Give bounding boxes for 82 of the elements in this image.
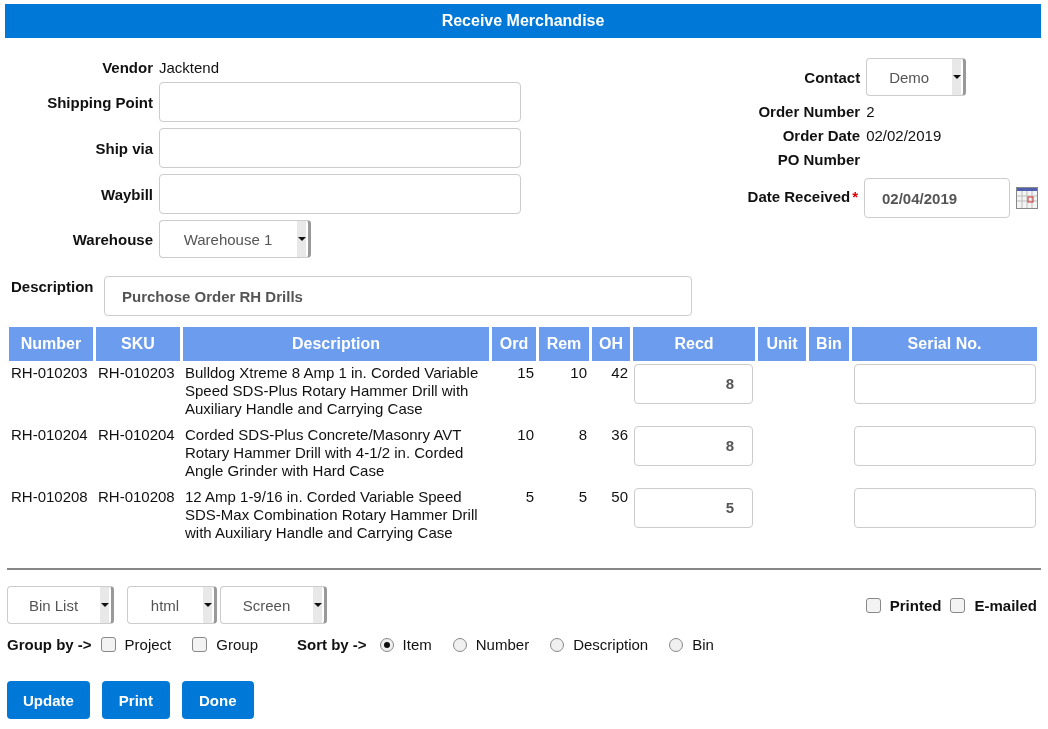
field-value: 2 <box>866 102 875 120</box>
table-cell-text: RH-010203 <box>97 364 176 383</box>
serial-field[interactable] <box>854 426 1036 466</box>
checkbox[interactable] <box>192 637 208 652</box>
radio-label: Item <box>402 636 432 653</box>
field-value: 02/02/2019 <box>866 126 942 144</box>
input-field[interactable] <box>159 174 521 214</box>
table-cell-text: 36 <box>610 426 629 445</box>
checkbox-label: E-mailed <box>974 596 1037 614</box>
description-field[interactable]: Purchose Order RH Drills <box>104 276 692 316</box>
group-by-label: Group by -> <box>7 636 92 653</box>
radio-button[interactable] <box>550 637 565 652</box>
radio-label: Bin <box>692 636 714 653</box>
field-label: Shipping Point <box>46 93 153 111</box>
table-cell-text: 12 Amp 1-9/16 in. Corded Variable Speed SDS-Max Combination Rotary Hammer Drill with Auxiliary Handle and Carrying Case <box>184 488 479 543</box>
field-value: Jacktend <box>159 58 220 76</box>
radio-button[interactable] <box>452 637 467 652</box>
select-field[interactable]: Warehouse 1 <box>159 220 311 258</box>
select-field[interactable]: Screen <box>220 586 327 624</box>
column-header: Ord <box>492 327 536 361</box>
column-header: Number <box>9 327 93 361</box>
serial-field[interactable] <box>854 364 1036 404</box>
table-cell-text: RH-010208 <box>10 488 89 507</box>
table-cell-text: Bulldog Xtreme 8 Amp 1 in. Corded Variable Speed SDS-Plus Rotary Hammer Drill with Auxiliary Handle and Carrying Case <box>184 364 480 419</box>
field-label: Date Received <box>746 187 851 205</box>
input-field[interactable] <box>159 128 521 168</box>
table-cell-text: RH-010204 <box>97 426 176 445</box>
table-cell-text: 10 <box>569 364 588 383</box>
column-header: Rem <box>539 327 589 361</box>
select-field[interactable]: Bin List <box>7 586 114 624</box>
checkbox-label: Group <box>216 636 258 653</box>
checkbox[interactable] <box>100 637 116 652</box>
calendar-icon[interactable] <box>1016 187 1038 209</box>
field-label: Ship via <box>94 139 153 157</box>
action-button[interactable]: Print <box>101 681 170 719</box>
table-cell-text: 15 <box>516 364 535 383</box>
column-header: SKU <box>96 327 180 361</box>
field-label: PO Number <box>776 150 861 168</box>
date-field[interactable]: 02/04/2019 <box>864 178 1010 218</box>
column-header: Recd <box>633 327 755 361</box>
field-label: Description <box>10 277 95 295</box>
action-button[interactable]: Done <box>182 681 254 719</box>
checkbox-label: Project <box>124 636 172 653</box>
table-cell-text: RH-010203 <box>10 364 89 383</box>
received-qty-field[interactable]: 8 <box>634 364 753 404</box>
column-header: Unit <box>758 327 806 361</box>
column-header: Bin <box>809 327 849 361</box>
radio-label: Description <box>573 636 649 653</box>
column-header: Serial No. <box>852 327 1037 361</box>
column-header: OH <box>592 327 630 361</box>
checkbox[interactable] <box>865 597 881 613</box>
table-cell-text: 5 <box>577 488 588 507</box>
action-button[interactable]: Update <box>7 681 90 719</box>
required-mark: * <box>852 187 858 205</box>
field-label: Order Date <box>781 126 861 144</box>
table-cell-text: 42 <box>610 364 629 383</box>
field-label: Order Number <box>757 102 861 120</box>
sort-by-label: Sort by -> <box>297 636 367 653</box>
table-cell-text: 10 <box>516 426 535 445</box>
field-label: Vendor <box>101 58 153 76</box>
table-cell-text: Corded SDS-Plus Concrete/Masonry AVT Rotary Hammer Drill with 4-1/2 in. Corded Angle Grinder with Hard Case <box>184 426 465 481</box>
checkbox[interactable] <box>950 597 966 613</box>
select-field[interactable]: Demo <box>866 58 967 96</box>
radio-button[interactable] <box>669 637 684 652</box>
window-title: Receive Merchandise <box>5 4 1041 38</box>
input-field[interactable] <box>159 82 521 122</box>
received-qty-field[interactable]: 8 <box>634 426 753 466</box>
serial-field[interactable] <box>854 488 1036 528</box>
table-cell-text: 5 <box>524 488 535 507</box>
table-cell-text: RH-010204 <box>10 426 89 445</box>
table-cell-text: 50 <box>610 488 629 507</box>
column-header: Description <box>183 327 489 361</box>
field-label: Waybill <box>100 185 153 203</box>
table-cell-text: 8 <box>577 426 588 445</box>
received-qty-field[interactable]: 5 <box>634 488 753 528</box>
table-cell-text: RH-010208 <box>97 488 176 507</box>
radio-button[interactable] <box>379 637 394 652</box>
radio-label: Number <box>475 636 530 653</box>
checkbox-label: Printed <box>889 596 942 614</box>
field-label: Contact <box>803 68 861 86</box>
field-label: Warehouse <box>71 230 153 248</box>
select-field[interactable]: html <box>127 586 217 624</box>
